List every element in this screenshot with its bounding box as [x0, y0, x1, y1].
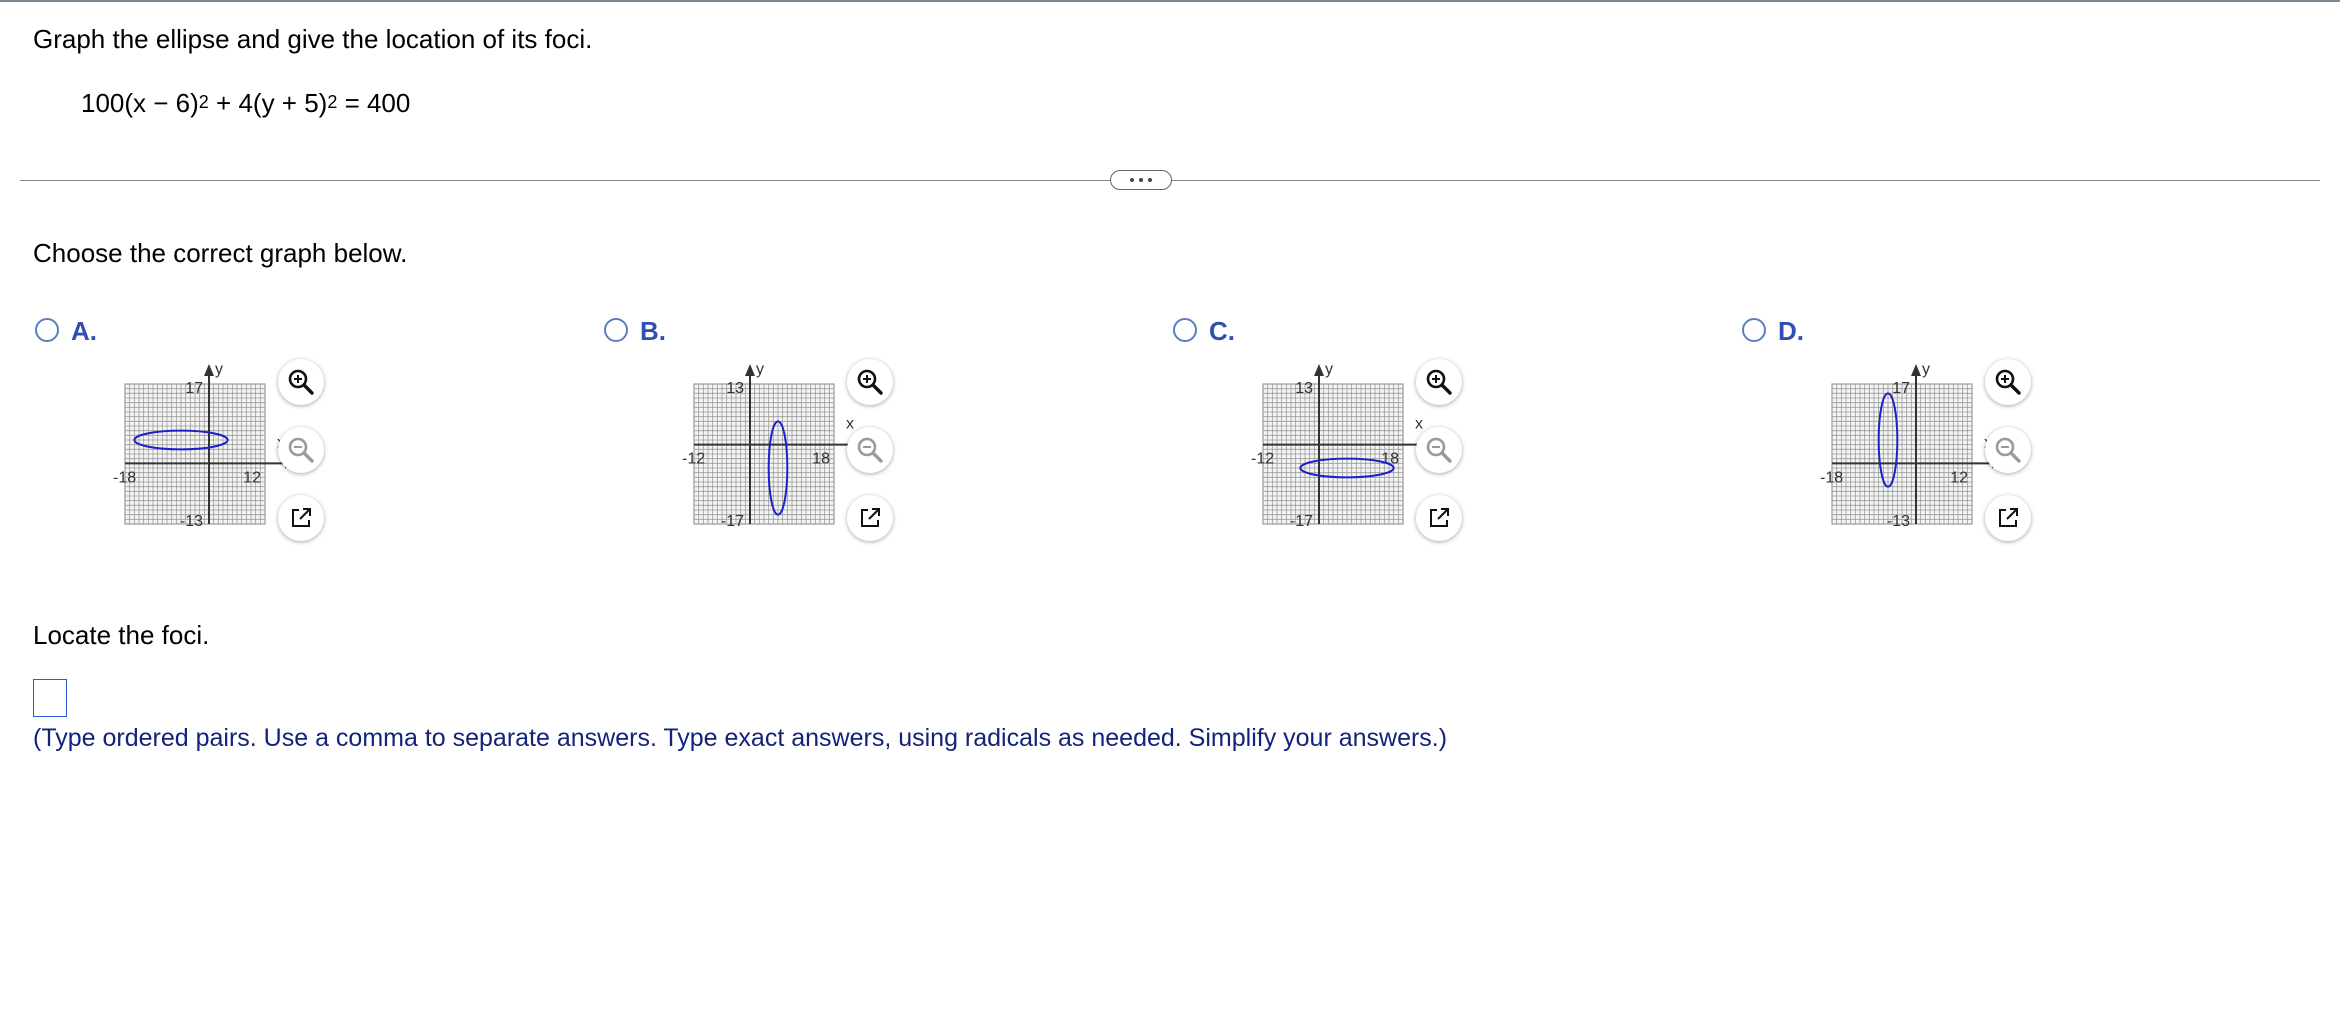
popout-icon [292, 508, 311, 527]
equation: 100(x − 6)2 + 4(y + 5)2 = 400 [81, 88, 410, 119]
option-a-zoom-in-button[interactable] [278, 359, 324, 405]
popout-icon [1430, 508, 1449, 527]
option-c-zoom-out-button[interactable] [1416, 427, 1462, 473]
ymax-label: 17 [185, 380, 203, 397]
zoom-out-icon [1426, 437, 1452, 463]
y-axis-label: y [1325, 361, 1333, 378]
y-axis-arrow [204, 364, 214, 376]
xmax-label: 12 [1950, 469, 1968, 486]
question-prompt: Graph the ellipse and give the location … [33, 24, 593, 54]
zoom-in-icon [857, 369, 883, 395]
zoom-in-icon [1426, 369, 1452, 395]
option-a-popout-button[interactable] [278, 495, 324, 541]
option-c-zoom-in-button[interactable] [1416, 359, 1462, 405]
ymin-label: -17 [721, 513, 744, 530]
option-d[interactable]: D. yx17-13-1812 [1742, 314, 2242, 554]
option-b-zoom-in-button[interactable] [847, 359, 893, 405]
xmin-label: -18 [113, 469, 136, 486]
option-c-popout-button[interactable] [1416, 495, 1462, 541]
foci-answer-input[interactable] [33, 679, 67, 717]
option-a[interactable]: A. yx17-13-1812 [35, 314, 535, 554]
option-a-radio[interactable] [35, 318, 59, 342]
option-c-graph: yx13-17-12 18 [1251, 361, 1435, 530]
ymax-label: 17 [1892, 380, 1910, 397]
zoom-out-icon [1995, 437, 2021, 463]
more-dot [1130, 178, 1134, 182]
y-axis-arrow [745, 364, 755, 376]
equation-term2: 4(y + 5) [238, 88, 328, 118]
y-axis-arrow [1911, 364, 1921, 376]
option-b-radio[interactable] [604, 318, 628, 342]
ymin-label: -17 [1290, 513, 1313, 530]
equation-exponent2: 2 [327, 92, 338, 112]
option-a-label[interactable]: A. [71, 316, 97, 347]
option-b[interactable]: B. y x 13 -17 -12 18 [604, 314, 1104, 554]
zoom-in-icon [288, 369, 314, 395]
zoom-in-icon [1995, 369, 2021, 395]
more-dot [1139, 178, 1143, 182]
ymin-label: -13 [1887, 513, 1910, 530]
y-axis-label: y [756, 361, 764, 378]
option-c-radio[interactable] [1173, 318, 1197, 342]
xmin-label: -12 [682, 451, 705, 468]
option-b-popout-button[interactable] [847, 495, 893, 541]
option-d-graph: yx17-13-1812 [1820, 361, 2004, 530]
option-d-popout-button[interactable] [1985, 495, 2031, 541]
option-d-radio[interactable] [1742, 318, 1766, 342]
ymin-label: -13 [180, 513, 203, 530]
xmax-label: 12 [243, 469, 261, 486]
option-a-graph: yx17-13-1812 [113, 361, 297, 530]
option-d-label[interactable]: D. [1778, 316, 1804, 347]
top-border [0, 0, 2340, 2]
xmin-label: -18 [1820, 469, 1843, 486]
xmax-label: 18 [812, 451, 830, 468]
option-a-zoom-out-button[interactable] [278, 427, 324, 473]
more-options-button[interactable] [1110, 170, 1172, 190]
zoom-out-icon [857, 437, 883, 463]
equation-rhs: = 400 [337, 88, 411, 118]
option-c-label[interactable]: C. [1209, 316, 1235, 347]
y-axis-arrow [1314, 364, 1324, 376]
zoom-out-icon [288, 437, 314, 463]
x-axis-label: x [1415, 416, 1423, 433]
option-b-label[interactable]: B. [640, 316, 666, 347]
ymax-label: 13 [726, 380, 744, 397]
locate-foci-label: Locate the foci. [33, 620, 210, 650]
option-d-zoom-in-button[interactable] [1985, 359, 2031, 405]
option-b-graph: y x 13 -17 -12 18 [682, 361, 866, 530]
answer-hint: (Type ordered pairs. Use a comma to sepa… [33, 724, 1448, 752]
ymax-label: 13 [1295, 380, 1313, 397]
more-dot [1148, 178, 1152, 182]
option-c[interactable]: C. y x 13 -17 -12 18 [1173, 314, 1673, 554]
option-b-zoom-out-button[interactable] [847, 427, 893, 473]
xmin-label: -12 [1251, 451, 1274, 468]
popout-icon [861, 508, 880, 527]
equation-exponent1: 2 [198, 92, 209, 112]
x-axis-label: x [846, 416, 854, 433]
equation-term1: 100(x − 6) [81, 88, 199, 118]
equation-plus: + [208, 88, 239, 118]
popout-icon [1999, 508, 2018, 527]
y-axis-label: y [1922, 361, 1930, 378]
y-axis-label: y [215, 361, 223, 378]
instruction-text: Choose the correct graph below. [33, 238, 408, 268]
option-d-zoom-out-button[interactable] [1985, 427, 2031, 473]
